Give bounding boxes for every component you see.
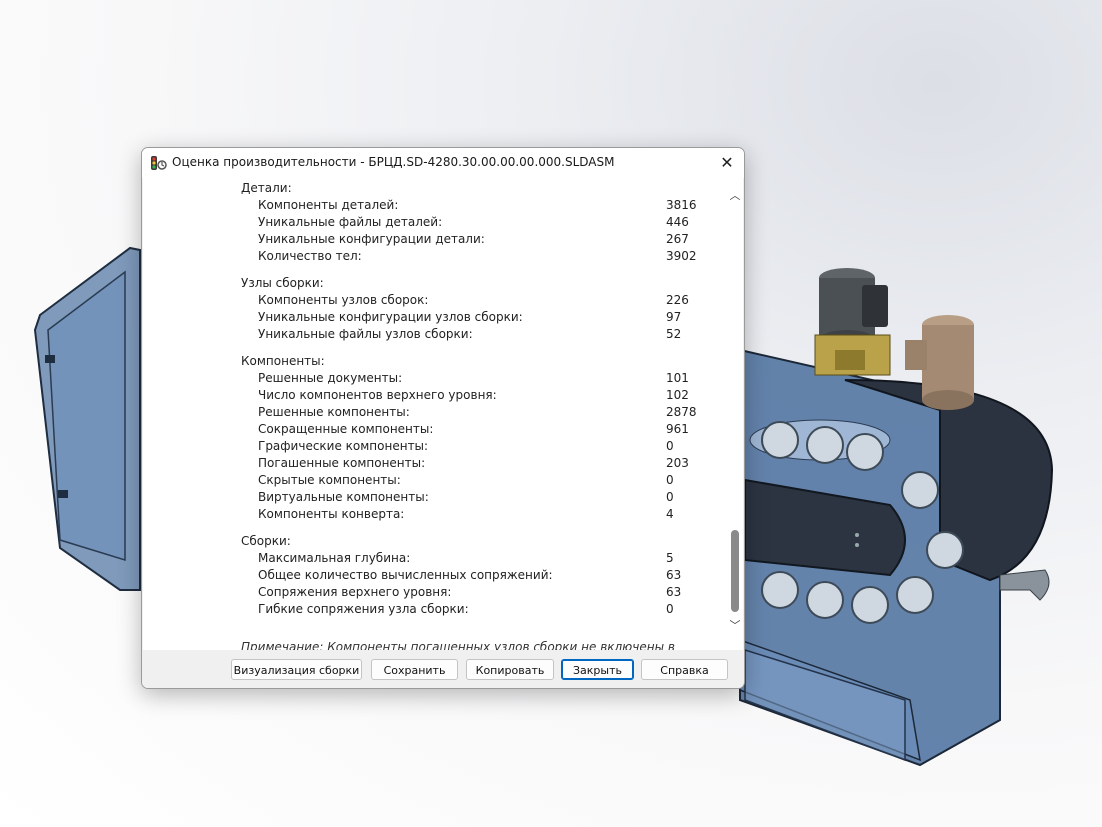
stat-label: Решенные компоненты: — [258, 405, 410, 419]
stat-label: Уникальные конфигурации узлов сборки: — [258, 310, 523, 324]
close-icon[interactable]: ✕ — [710, 148, 744, 178]
enclosure-main-body — [739, 348, 1054, 767]
stat-value: 267 — [666, 232, 689, 246]
stat-value: 52 — [666, 327, 682, 341]
save-button[interactable]: Сохранить — [371, 659, 458, 680]
stat-row: Максимальная глубина: 5 — [241, 550, 721, 567]
stat-row: Уникальные файлы узлов сборки: 52 — [241, 326, 721, 343]
stat-label: Уникальные файлы деталей: — [258, 215, 443, 229]
scroll-down-icon[interactable]: ﹀ — [727, 618, 743, 634]
close-button[interactable]: Закрыть — [561, 659, 634, 680]
stat-label: Уникальные конфигурации детали: — [258, 232, 485, 246]
stat-row: Гибкие сопряжения узла сборки: 0 — [241, 601, 721, 618]
stat-value: 226 — [666, 293, 689, 307]
stat-label: Компоненты конверта: — [258, 507, 405, 521]
stat-row: Уникальные файлы деталей: 446 — [241, 214, 721, 231]
stat-row: Сокращенные компоненты: 961 — [241, 421, 721, 438]
stat-row: Число компонентов верхнего уровня: 102 — [241, 387, 721, 404]
stat-label: Решенные документы: — [258, 371, 403, 385]
title-bar[interactable]: Оценка производительности - БРЦД.SD-4280… — [142, 148, 744, 178]
stat-row: Решенные документы: 101 — [241, 370, 721, 387]
stat-value: 102 — [666, 388, 689, 402]
stat-value: 2878 — [666, 405, 697, 419]
stat-row: Погашенные компоненты: 203 — [241, 455, 721, 472]
stat-row: Решенные компоненты: 2878 — [241, 404, 721, 421]
stat-value: 101 — [666, 371, 689, 385]
stat-row: Скрытые компоненты: 0 — [241, 472, 721, 489]
scroll-thumb[interactable] — [731, 530, 739, 612]
stat-value: 63 — [666, 585, 682, 599]
stat-label: Сокращенные компоненты: — [258, 422, 434, 436]
stat-label: Максимальная глубина: — [258, 551, 411, 565]
stat-label: Общее количество вычисленных сопряжений: — [258, 568, 553, 582]
stat-row: Компоненты узлов сборок: 226 — [241, 292, 721, 309]
stat-row: Уникальные конфигурации детали: 267 — [241, 231, 721, 248]
stat-value: 3902 — [666, 249, 697, 263]
section-title: Сборки: — [241, 534, 291, 548]
stat-value: 203 — [666, 456, 689, 470]
footnote: Примечание: Компоненты погашенных узлов … — [241, 640, 675, 650]
stat-value: 961 — [666, 422, 689, 436]
help-button[interactable]: Справка — [641, 659, 728, 680]
button-bar: Визуализация сборки Сохранить Копировать… — [142, 650, 744, 688]
stat-label: Погашенные компоненты: — [258, 456, 426, 470]
stat-value: 446 — [666, 215, 689, 229]
stat-value: 0 — [666, 473, 674, 487]
stat-label: Гибкие сопряжения узла сборки: — [258, 602, 469, 616]
stat-value: 0 — [666, 439, 674, 453]
stat-label: Виртуальные компоненты: — [258, 490, 429, 504]
section-title: Узлы сборки: — [241, 276, 324, 290]
dialog-title: Оценка производительности - БРЦД.SD-4280… — [172, 155, 615, 169]
statistics-panel[interactable]: Детали: Компоненты деталей: 3816 Уникальн… — [143, 178, 727, 650]
stat-row: Виртуальные компоненты: 0 — [241, 489, 721, 506]
stat-value: 97 — [666, 310, 682, 324]
vertical-scrollbar[interactable]: ︿ ﹀ — [727, 178, 743, 650]
stat-row: Уникальные конфигурации узлов сборки: 97 — [241, 309, 721, 326]
section-title: Детали: — [241, 181, 292, 195]
stat-row: Общее количество вычисленных сопряжений:… — [241, 567, 721, 584]
stat-label: Количество тел: — [258, 249, 362, 263]
stat-label: Компоненты деталей: — [258, 198, 399, 212]
section-parts: Детали: Компоненты деталей: 3816 Уникальн… — [241, 180, 721, 265]
stat-label: Компоненты узлов сборок: — [258, 293, 429, 307]
stat-row: Сопряжения верхнего уровня: 63 — [241, 584, 721, 601]
stat-row: Графические компоненты: 0 — [241, 438, 721, 455]
section-title: Компоненты: — [241, 354, 325, 368]
stat-value: 0 — [666, 602, 674, 616]
stat-label: Графические компоненты: — [258, 439, 429, 453]
stat-row: Компоненты конверта: 4 — [241, 506, 721, 523]
stat-value: 63 — [666, 568, 682, 582]
section-assemblies: Сборки: Максимальная глубина: 5 Общее кол… — [241, 533, 721, 618]
stat-label: Скрытые компоненты: — [258, 473, 401, 487]
visualize-assembly-button[interactable]: Визуализация сборки — [231, 659, 362, 680]
mount-bracket — [999, 569, 1050, 601]
stat-label: Уникальные файлы узлов сборки: — [258, 327, 473, 341]
stat-value: 5 — [666, 551, 674, 565]
copy-button[interactable]: Копировать — [466, 659, 554, 680]
stat-row: Количество тел: 3902 — [241, 248, 721, 265]
stat-value: 4 — [666, 507, 674, 521]
stat-row: Компоненты деталей: 3816 — [241, 197, 721, 214]
section-components: Компоненты: Решенные документы: 101 Число… — [241, 353, 721, 523]
stat-label: Число компонентов верхнего уровня: — [258, 388, 497, 402]
stat-value: 3816 — [666, 198, 697, 212]
motor-brass — [814, 334, 891, 376]
section-subassemblies: Узлы сборки: Компоненты узлов сборок: 226… — [241, 275, 721, 343]
scroll-up-icon[interactable]: ︿ — [727, 188, 743, 204]
performance-evaluation-dialog: Оценка производительности - БРЦД.SD-4280… — [141, 147, 745, 689]
stat-label: Сопряжения верхнего уровня: — [258, 585, 452, 599]
traffic-light-icon — [151, 156, 167, 170]
enclosure-left-box — [33, 246, 141, 591]
stat-value: 0 — [666, 490, 674, 504]
